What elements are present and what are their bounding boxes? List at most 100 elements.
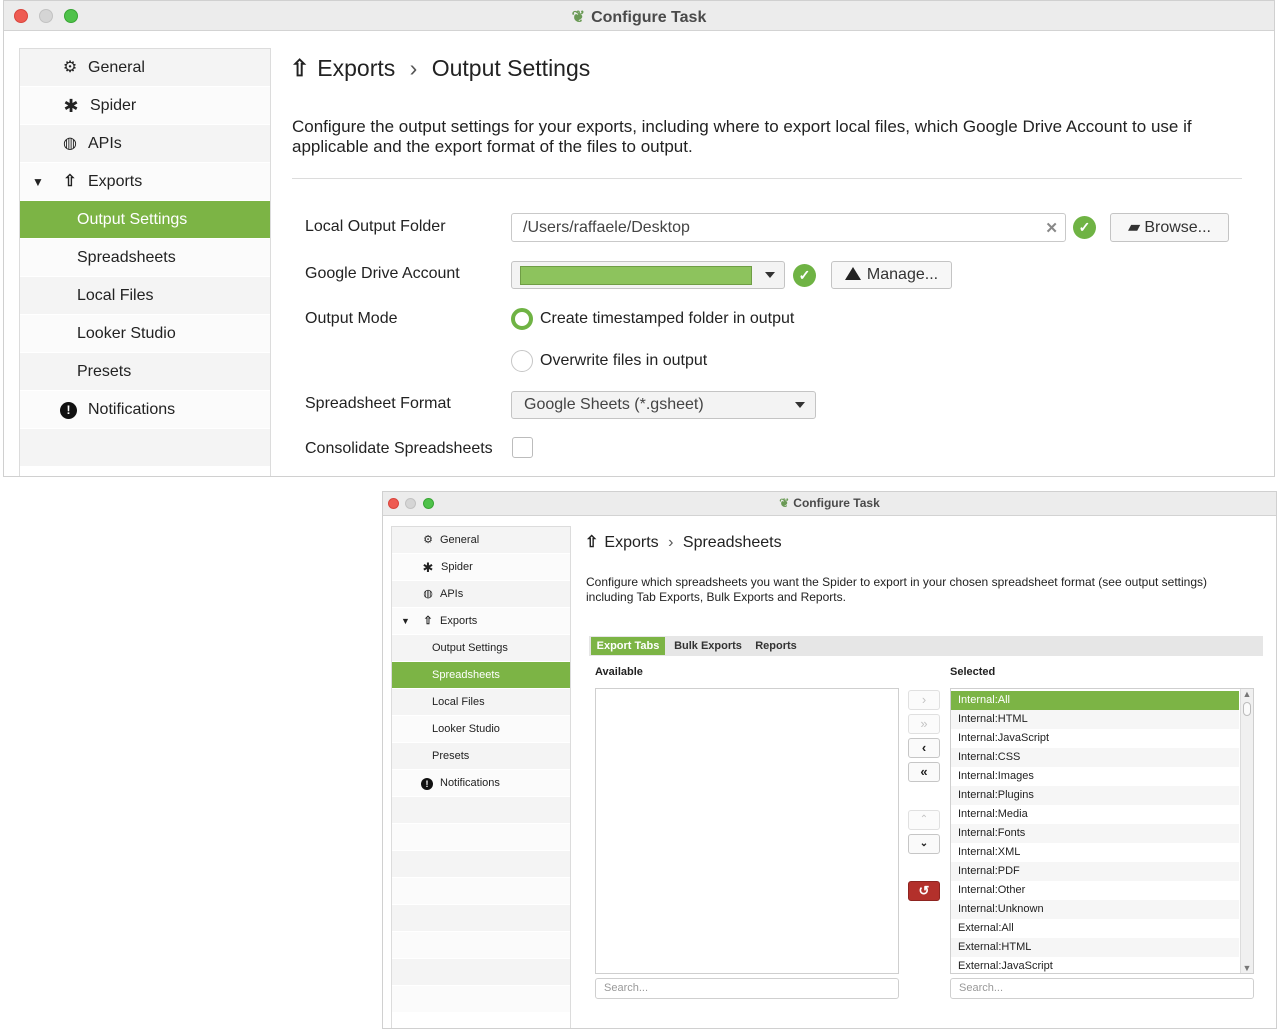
upload-icon: ⇧ (423, 615, 433, 627)
list-item[interactable]: Internal:Images (951, 767, 1239, 786)
list-item[interactable]: Internal:Media (951, 805, 1239, 824)
browse-button-label: Browse... (1144, 219, 1211, 236)
sidebar-item-label: Spider (90, 97, 137, 114)
upload-icon: ⇧ (585, 534, 599, 551)
move-left-button[interactable]: ‹ (908, 738, 940, 758)
scroll-down-icon[interactable]: ▼ (1241, 963, 1253, 973)
sidebar-item-presets[interactable]: Presets (392, 743, 570, 770)
list-item[interactable]: Internal:Other (951, 881, 1239, 900)
breadcrumb-separator: › (668, 534, 674, 551)
list-item[interactable]: External:All (951, 919, 1239, 938)
sidebar-item-label: Output Settings (77, 211, 188, 228)
sidebar-item-label: Local Files (432, 696, 485, 708)
local-output-folder-value: /Users/raffaele/Desktop (523, 219, 690, 236)
spreadsheet-format-select[interactable]: Google Sheets (*.gsheet) (511, 391, 816, 419)
clear-icon[interactable]: ✕ (1045, 219, 1058, 237)
available-list[interactable] (595, 688, 899, 974)
timestamped-folder-radio[interactable] (511, 308, 533, 330)
spreadsheet-format-label: Spreadsheet Format (305, 395, 451, 412)
move-all-left-button[interactable]: « (908, 762, 940, 782)
google-drive-account-value (520, 266, 752, 285)
app-leaf-icon: ❦ (571, 9, 586, 26)
list-item[interactable]: External:JavaScript (951, 957, 1239, 973)
sidebar-item-label: Output Settings (432, 642, 508, 654)
breadcrumb-separator: › (409, 55, 418, 81)
sidebar-item-label: Spider (441, 561, 473, 573)
breadcrumb-parent[interactable]: Exports (317, 55, 395, 81)
browse-button[interactable]: ▰ Browse... (1110, 213, 1229, 242)
settings-sidebar: ⚙ General ✱ Spider ◍ APIs ▼ ⇧ Exports Ou… (19, 48, 271, 476)
sidebar-empty-row (392, 878, 570, 905)
manage-button[interactable]: Manage... (831, 261, 952, 289)
app-leaf-icon: ❦ (779, 496, 790, 510)
sidebar-item-apis[interactable]: ◍ APIs (392, 581, 570, 608)
list-item[interactable]: Internal:Fonts (951, 824, 1239, 843)
sidebar-item-general[interactable]: ⚙ General (20, 49, 270, 87)
selected-search-input[interactable]: Search... (950, 978, 1254, 999)
scroll-thumb[interactable] (1243, 702, 1251, 716)
move-all-right-button[interactable]: » (908, 714, 940, 734)
tab-export-tabs[interactable]: Export Tabs (591, 637, 665, 655)
move-up-button[interactable]: ⌃ (908, 810, 940, 830)
list-item[interactable]: Internal:XML (951, 843, 1239, 862)
list-item[interactable]: Internal:All (951, 691, 1239, 710)
list-item[interactable]: Internal:JavaScript (951, 729, 1239, 748)
selected-list[interactable]: Internal:All Internal:HTML Internal:Java… (950, 688, 1254, 974)
reset-button[interactable]: ↺ (908, 881, 940, 901)
move-down-button[interactable]: ⌄ (908, 834, 940, 854)
sidebar-item-spreadsheets[interactable]: Spreadsheets (20, 239, 270, 277)
sidebar-item-spreadsheets[interactable]: Spreadsheets (392, 662, 570, 689)
sidebar-item-notifications[interactable]: ! Notifications (392, 770, 570, 797)
sidebar-item-general[interactable]: ⚙ General (392, 527, 570, 554)
scroll-up-icon[interactable]: ▲ (1241, 689, 1253, 699)
export-tab-bar: Export Tabs Bulk Exports Reports (589, 636, 1263, 656)
list-item[interactable]: Internal:PDF (951, 862, 1239, 881)
list-item[interactable]: External:HTML (951, 938, 1239, 957)
sidebar-item-spider[interactable]: ✱ Spider (20, 87, 270, 125)
timestamped-folder-label[interactable]: Create timestamped folder in output (540, 310, 794, 328)
sidebar-item-label: Local Files (77, 287, 154, 304)
sidebar-item-exports[interactable]: ▼ ⇧ Exports (20, 163, 270, 201)
move-right-button[interactable]: › (908, 690, 940, 710)
selected-list-items: Internal:All Internal:HTML Internal:Java… (951, 691, 1239, 973)
sidebar-item-label: Presets (432, 750, 470, 762)
list-item[interactable]: Internal:HTML (951, 710, 1239, 729)
list-item[interactable]: Internal:Plugins (951, 786, 1239, 805)
valid-check-icon: ✓ (1073, 216, 1096, 239)
sidebar-item-presets[interactable]: Presets (20, 353, 270, 391)
sidebar-item-label: APIs (440, 588, 464, 600)
tab-reports[interactable]: Reports (751, 637, 801, 655)
sidebar-item-looker-studio[interactable]: Looker Studio (20, 315, 270, 353)
sidebar-item-notifications[interactable]: ! Notifications (20, 391, 270, 429)
selected-list-scrollbar[interactable]: ▲ ▼ (1240, 689, 1253, 973)
sidebar-item-looker-studio[interactable]: Looker Studio (392, 716, 570, 743)
local-output-folder-label: Local Output Folder (305, 218, 446, 235)
sidebar-item-output-settings[interactable]: Output Settings (20, 201, 270, 239)
expand-arrow-icon[interactable]: ▼ (32, 163, 44, 201)
sidebar-item-local-files[interactable]: Local Files (392, 689, 570, 716)
local-output-folder-field[interactable]: /Users/raffaele/Desktop ✕ (511, 213, 1066, 242)
breadcrumb-parent[interactable]: Exports (604, 534, 658, 551)
overwrite-files-radio[interactable] (511, 350, 533, 372)
overwrite-files-label[interactable]: Overwrite files in output (540, 352, 707, 370)
sidebar-item-output-settings[interactable]: Output Settings (392, 635, 570, 662)
tab-bulk-exports[interactable]: Bulk Exports (669, 637, 747, 655)
available-search-input[interactable]: Search... (595, 978, 899, 999)
globe-icon: ◍ (423, 588, 433, 600)
sidebar-empty-row (20, 429, 270, 467)
consolidate-spreadsheets-label: Consolidate Spreadsheets (305, 440, 493, 457)
sidebar-item-apis[interactable]: ◍ APIs (20, 125, 270, 163)
exclamation-icon: ! (421, 778, 433, 790)
sidebar-empty-row (392, 959, 570, 986)
expand-arrow-icon[interactable]: ▼ (401, 608, 410, 635)
sidebar-item-spider[interactable]: ✱ Spider (392, 554, 570, 581)
sidebar-empty-row (392, 797, 570, 824)
google-drive-account-select[interactable] (511, 261, 785, 289)
consolidate-spreadsheets-checkbox[interactable] (512, 437, 533, 458)
sidebar-item-label: Spreadsheets (432, 669, 500, 681)
sidebar-item-exports[interactable]: ▼ ⇧ Exports (392, 608, 570, 635)
breadcrumb-current: Output Settings (431, 55, 591, 81)
list-item[interactable]: Internal:CSS (951, 748, 1239, 767)
sidebar-item-local-files[interactable]: Local Files (20, 277, 270, 315)
list-item[interactable]: Internal:Unknown (951, 900, 1239, 919)
